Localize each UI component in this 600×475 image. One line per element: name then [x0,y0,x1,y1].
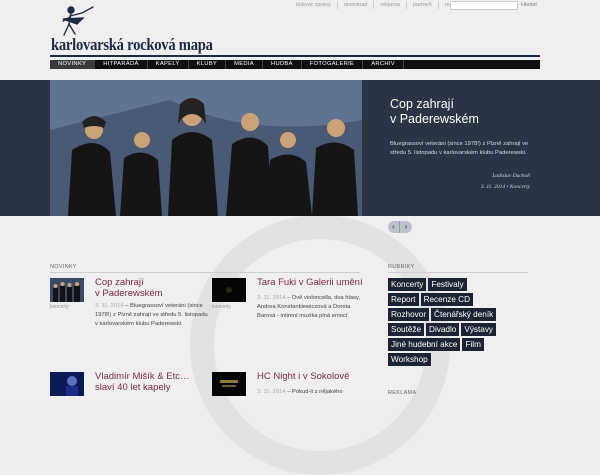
tag-divadlo[interactable]: Divadlo [426,323,460,336]
site-logo-title[interactable]: karlovarská rocková mapa [51,35,213,55]
toplink-partners[interactable]: partneři [405,1,438,9]
next-slide-icon[interactable]: › [400,221,412,233]
article-title[interactable]: Cop zahrají v Paderewském [95,277,163,299]
hero-date-category: 3. 11. 2014 • Koncerty [480,184,530,190]
toplink-ads[interactable]: reklama [373,1,406,9]
article-thumbnail[interactable] [212,372,246,396]
nav-item-hudba[interactable]: HUDBA [263,60,302,69]
nav-item-hitparada[interactable]: HITPARÁDA [95,60,148,69]
tag-workshop[interactable]: Workshop [388,353,431,366]
nav-item-fotogalerie[interactable]: FOTOGALERIE [302,60,364,69]
article-excerpt-start: – Dvě violoncella, dva [285,295,344,301]
logo-divider [50,55,540,57]
section-divider [50,272,360,273]
nav-item-media[interactable]: MEDIA [226,60,263,69]
article-title[interactable]: Tara Fuki v Galerii umění [257,277,363,288]
tag-vystavy[interactable]: Výstavy [461,323,497,336]
tag-film[interactable]: Film [462,338,484,351]
nav-item-novinky[interactable]: NOVINKY [50,60,96,69]
tag-jine-hudebni-akce[interactable]: Jiné hudební akce [388,338,461,351]
main-nav: NOVINKY HITPARÁDA KAPELY KLUBY MEDIA HUD… [50,60,540,69]
article-date: 3. 11. 2014 [257,389,286,395]
section-divider [388,272,528,273]
hero-band-photo[interactable] [50,80,362,216]
tag-koncerty[interactable]: Koncerty [388,278,427,291]
toplink-download[interactable]: download [336,1,374,9]
guitarist-logo-icon [62,6,94,36]
tag-rozhovor[interactable]: Rozhovor [388,308,430,321]
article-title-line-2[interactable]: v Paderewském [95,288,163,299]
article-date: 3. 11. 2014 [95,303,124,309]
search-button[interactable]: Hledat [521,2,537,8]
tag-festivaly[interactable]: Festivaly [428,278,467,291]
article-title[interactable]: Vladimír Mišík & Etc… slaví 40 let kapel… [95,371,190,393]
hero-description: Bluegrassoví veteráni (since 1978!) z Pl… [390,141,529,156]
prev-slide-icon[interactable]: ‹ [388,221,400,233]
section-label-ads: REKLAMA [388,390,417,396]
tag-report[interactable]: Report [388,293,419,306]
toplink-press[interactable]: tiskové zprávy [290,1,337,9]
hero-title-line-2[interactable]: v Paderewském [390,112,550,127]
article-category[interactable]: koncerty [50,304,69,310]
top-links: tiskové zprávy download reklama partneři… [290,1,470,9]
nav-item-archiv[interactable]: ARCHIV [363,60,404,69]
tag-souteze[interactable]: Soutěže [388,323,425,336]
article-excerpt: 3. 11. 2014 – Pokud-li z nějakého [257,388,360,397]
section-label-news: NOVINKY [50,264,77,270]
article-thumbnail[interactable] [212,278,246,302]
article-title-line-1[interactable]: Cop zahrají [95,277,163,288]
article-title-line-1[interactable]: Vladimír Mišík & Etc… [95,371,190,382]
nav-item-kapely[interactable]: KAPELY [148,60,189,69]
search-input[interactable] [450,1,518,10]
article-title[interactable]: HC Night i v Sokolově [257,371,349,382]
tag-recenze-cd[interactable]: Recenze CD [420,293,473,306]
section-label-categories: RUBRIKY [388,264,415,270]
article-category[interactable]: koncerty [212,304,231,310]
category-tags: Koncerty Festivaly Report Recenze CD Roz… [388,278,498,366]
tag-ctenarsky-denik[interactable]: Čtenářský deník [431,308,497,321]
hero-arrows: ‹ › [388,221,412,233]
article-thumbnail[interactable] [50,372,84,396]
hero-title-line-1[interactable]: Cop zahrají [390,97,550,112]
article-title-line-2[interactable]: slaví 40 let kapely [95,382,190,393]
article-date: 3. 11. 2014 [257,295,286,301]
nav-item-kluby[interactable]: KLUBY [189,60,227,69]
article-excerpt: 3. 11. 2014 – Dvě violoncella, dva hlasy… [257,294,360,321]
article-excerpt-start: – Pokud-li z nějakého [285,389,343,395]
article-excerpt-start: – Bluegrassoví veteráni [123,303,186,309]
article-excerpt: 3. 11. 2014 – Bluegrassoví veteráni (sin… [95,302,210,329]
hero-title[interactable]: Cop zahrají v Paderewském [390,97,550,127]
hero-author: Ladislav Duchoň [492,173,530,179]
article-thumbnail[interactable] [50,278,84,302]
